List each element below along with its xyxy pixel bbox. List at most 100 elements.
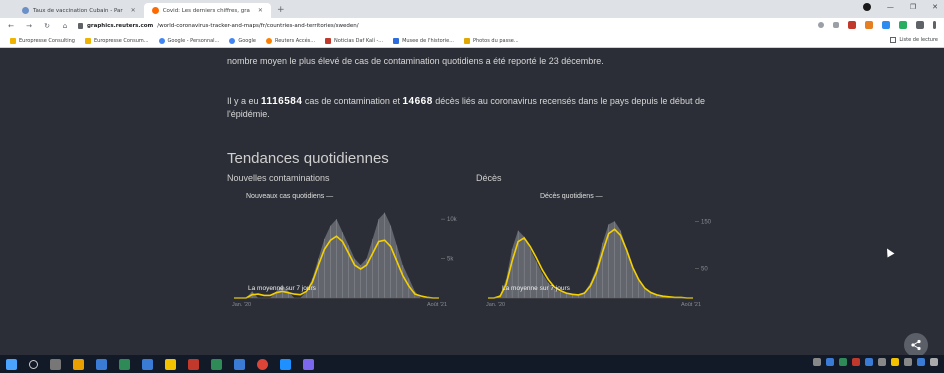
paragraph-totals: Il y a eu 1116584 cas de contamination e… bbox=[227, 95, 717, 121]
close-tab-icon[interactable]: ✕ bbox=[131, 7, 136, 14]
bookmark-item[interactable]: Europresse Consulting bbox=[10, 37, 75, 44]
maximize-icon[interactable]: ❐ bbox=[910, 3, 916, 11]
bookmark-item[interactable]: Noticias Daf Kalí -... bbox=[325, 37, 384, 44]
extension-icon[interactable] bbox=[848, 21, 856, 29]
paragraph-peak: nombre moyen le plus élevé de cas de con… bbox=[227, 56, 604, 66]
bookmark-item[interactable]: Google bbox=[229, 37, 256, 44]
bookmark-icon bbox=[463, 37, 470, 44]
reading-list[interactable]: Liste de lecture bbox=[890, 37, 938, 43]
cases-total: 1116584 bbox=[261, 96, 303, 107]
lock-icon bbox=[78, 23, 83, 29]
puzzle-icon[interactable] bbox=[916, 21, 924, 29]
minimize-icon[interactable]: — bbox=[887, 3, 894, 11]
menu-icon[interactable] bbox=[933, 21, 936, 29]
x-tick-label: Août '21 bbox=[427, 302, 447, 308]
app-icon[interactable] bbox=[188, 358, 199, 370]
series-legend-label: Décès quotidiens — bbox=[540, 193, 603, 200]
close-window-icon[interactable]: ✕ bbox=[932, 3, 938, 11]
google-icon bbox=[229, 37, 236, 44]
start-icon[interactable] bbox=[6, 358, 17, 370]
bookmark-icon bbox=[325, 37, 332, 44]
bookmark-icon bbox=[10, 37, 16, 44]
share-icon bbox=[911, 339, 921, 351]
deaths-chart: Décès quotidiens — 150 50 La moyenne sur 7 … bbox=[478, 188, 718, 313]
browser-toolbar: ← → ↻ ⌂ graphics.reuters.com/world-coron… bbox=[0, 18, 944, 34]
extension-icon[interactable] bbox=[882, 21, 890, 29]
windows-taskbar bbox=[0, 355, 944, 373]
y-tick-label: 5k bbox=[447, 257, 454, 263]
bookmark-label: Europresse Consulting bbox=[19, 37, 75, 44]
task-view-icon[interactable] bbox=[50, 358, 61, 370]
app-icon[interactable] bbox=[211, 358, 222, 370]
tray-icon[interactable] bbox=[813, 358, 821, 366]
app-icon[interactable] bbox=[234, 358, 245, 370]
tray-icon[interactable] bbox=[878, 358, 886, 366]
notification-icon[interactable] bbox=[930, 358, 938, 366]
deaths-chart-title: Décès bbox=[476, 173, 502, 183]
browser-tab-1[interactable]: Taux de vaccination Cubain - Par ✕ bbox=[14, 3, 144, 18]
series-legend-label: Nouveaux cas quotidiens — bbox=[246, 193, 333, 200]
app-icon[interactable] bbox=[119, 358, 130, 370]
zoom-icon[interactable] bbox=[818, 22, 824, 28]
address-bar[interactable]: graphics.reuters.com/world-coronavirus-t… bbox=[78, 23, 359, 29]
profile-icon[interactable] bbox=[862, 3, 871, 11]
app-icon[interactable] bbox=[165, 358, 176, 370]
x-tick-label: Août '21 bbox=[681, 302, 701, 308]
x-tick-label: Jan. '20 bbox=[232, 302, 251, 308]
tab-favicon-icon bbox=[151, 7, 159, 14]
tray-icon[interactable] bbox=[904, 358, 912, 366]
mouse-cursor-icon bbox=[883, 246, 895, 258]
bookmark-item[interactable]: Photos du passe... bbox=[463, 37, 519, 44]
tray-icon[interactable] bbox=[839, 358, 847, 366]
app-icon[interactable] bbox=[303, 358, 314, 370]
browser-tab-2[interactable]: Covid: Les derniers chiffres, gra ✕ bbox=[143, 3, 271, 18]
page-content: nombre moyen le plus élevé de cas de con… bbox=[0, 48, 944, 357]
app-icon[interactable] bbox=[96, 358, 107, 370]
search-icon[interactable] bbox=[29, 359, 38, 369]
app-icon[interactable] bbox=[280, 358, 291, 370]
y-tick-label: 10k bbox=[447, 217, 458, 223]
cases-chart: Nouveaux cas quotidiens — 10k 5k La moyenne… bbox=[230, 188, 460, 313]
tray-icon[interactable] bbox=[826, 358, 834, 366]
bookmarks-bar: Europresse Consulting Europresse Consum.… bbox=[0, 34, 944, 48]
home-icon[interactable]: ⌂ bbox=[60, 22, 70, 30]
deaths-chart-svg: Décès quotidiens — 150 50 La moyenne sur 7 … bbox=[486, 193, 712, 308]
bookmark-item[interactable]: Europresse Consum... bbox=[84, 37, 149, 44]
reload-icon[interactable]: ↻ bbox=[42, 22, 52, 30]
extension-icon[interactable] bbox=[865, 21, 873, 29]
tab-label: Taux de vaccination Cubain - Par bbox=[33, 7, 123, 14]
tray-icon[interactable] bbox=[852, 358, 860, 366]
system-tray bbox=[813, 358, 938, 366]
tray-icon[interactable] bbox=[891, 358, 899, 366]
app-icon[interactable] bbox=[73, 358, 84, 370]
bookmark-item[interactable]: Musee de l'historie... bbox=[393, 37, 454, 44]
share-button[interactable] bbox=[904, 333, 928, 357]
tray-icon[interactable] bbox=[917, 358, 925, 366]
bookmark-item[interactable]: Google - Personnal... bbox=[158, 37, 219, 44]
cases-chart-title: Nouvelles contaminations bbox=[227, 173, 330, 183]
bookmark-label: Noticias Daf Kalí -... bbox=[334, 37, 384, 44]
app-icon[interactable] bbox=[142, 358, 153, 370]
bookmark-item[interactable]: Reuters Accés... bbox=[265, 37, 316, 44]
close-tab-icon[interactable]: ✕ bbox=[258, 7, 263, 14]
bookmark-label: Musee de l'historie... bbox=[402, 37, 454, 44]
chrome-icon[interactable] bbox=[257, 358, 268, 370]
totals-text: Il y a eu bbox=[227, 96, 259, 106]
bookmark-label: Photos du passe... bbox=[472, 37, 519, 44]
tray-icon[interactable] bbox=[865, 358, 873, 366]
extension-icon[interactable] bbox=[899, 21, 907, 29]
new-tab-button[interactable]: + bbox=[277, 3, 285, 18]
tab-favicon-icon bbox=[22, 7, 29, 14]
average-label: La moyenne sur 7 jours bbox=[502, 285, 571, 292]
google-icon bbox=[158, 37, 165, 44]
bookmark-label: Reuters Accés... bbox=[274, 37, 316, 44]
window-controls: — ❐ ✕ bbox=[862, 3, 938, 11]
bookmark-star-icon[interactable] bbox=[833, 22, 839, 28]
extension-icons bbox=[818, 21, 936, 29]
average-label: La moyenne sur 7 jours bbox=[248, 285, 317, 292]
reuters-icon bbox=[265, 37, 272, 44]
x-tick-label: Jan. '20 bbox=[486, 302, 505, 308]
forward-icon[interactable]: → bbox=[24, 22, 34, 30]
back-icon[interactable]: ← bbox=[6, 22, 16, 30]
url-host: graphics.reuters.com bbox=[87, 23, 154, 29]
